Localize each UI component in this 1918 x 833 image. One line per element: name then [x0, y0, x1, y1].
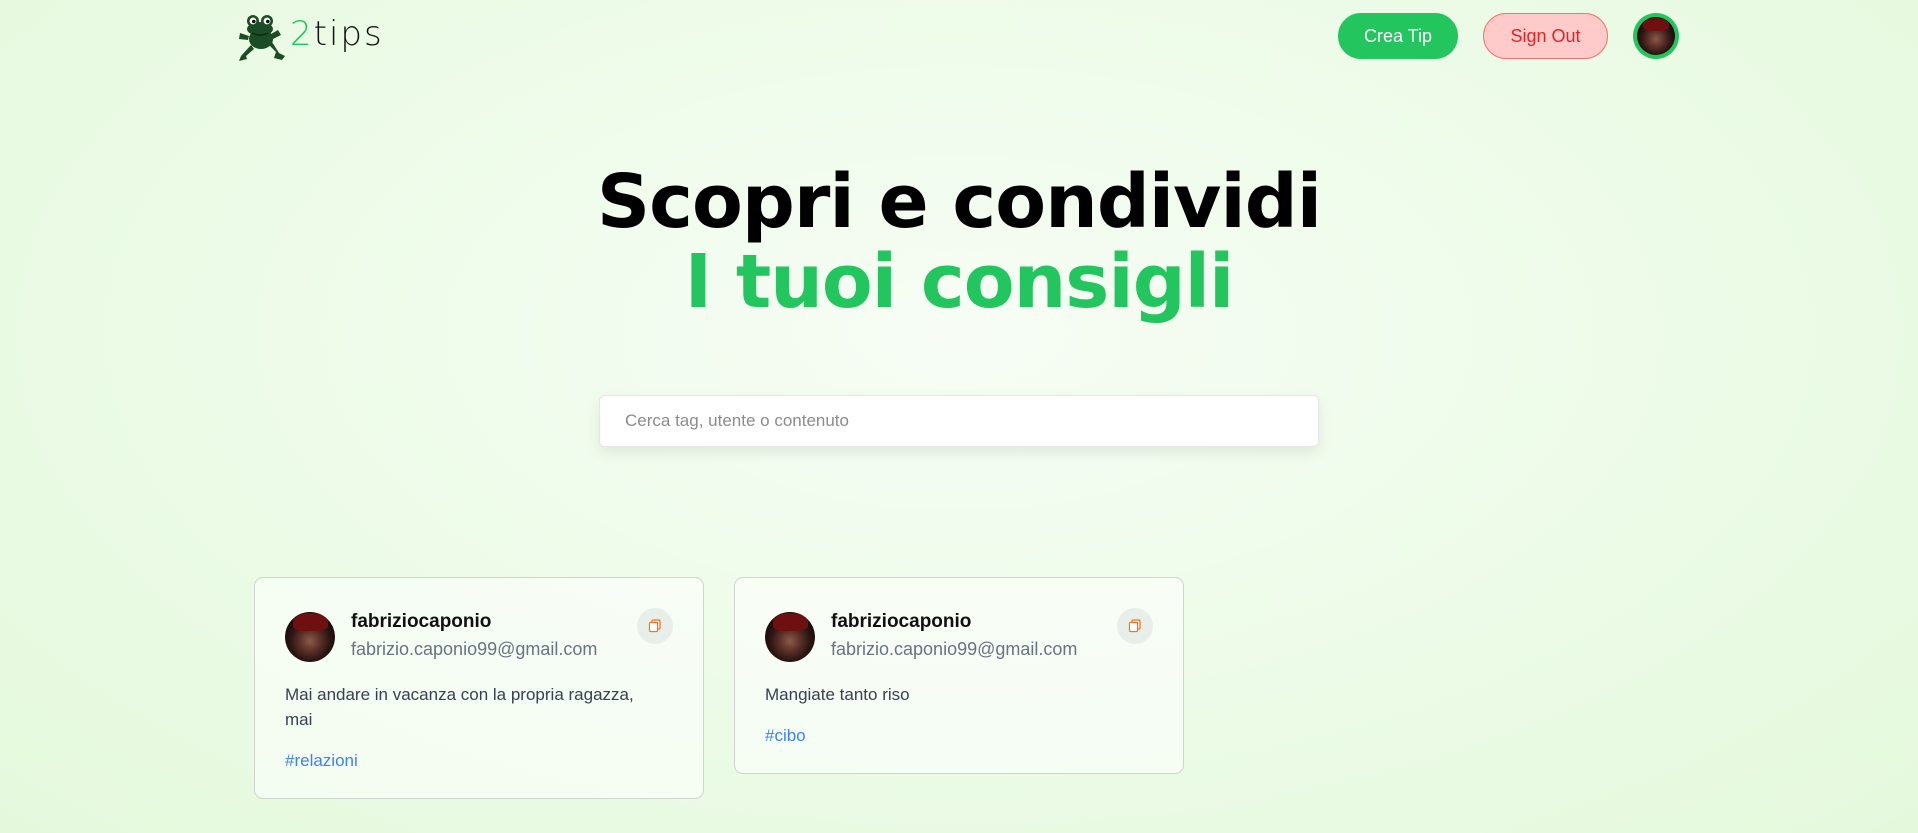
tip-text: Mangiate tanto riso [765, 685, 910, 704]
tip-text: Mai andare in vacanza con la propria rag… [285, 685, 634, 729]
profile-avatar-button[interactable] [1633, 13, 1679, 59]
tip-card: fabriziocaponio fabrizio.caponio99@gmail… [734, 577, 1184, 774]
copy-button[interactable] [637, 608, 673, 644]
hero-subtitle: I tuoi consigli [684, 239, 1235, 325]
tip-card-header: fabriziocaponio fabrizio.caponio99@gmail… [285, 610, 673, 662]
copy-button[interactable] [1117, 608, 1153, 644]
author-info[interactable]: fabriziocaponio fabrizio.caponio99@gmail… [831, 610, 1077, 662]
hero: Scopri e condividi I tuoi consigli [0, 160, 1918, 320]
search-input[interactable] [599, 395, 1319, 447]
author-email: fabrizio.caponio99@gmail.com [831, 639, 1078, 659]
author-email: fabrizio.caponio99@gmail.com [351, 639, 598, 659]
logo-text: 2tips [290, 14, 384, 54]
create-tip-button[interactable]: Crea Tip [1338, 13, 1458, 59]
sign-out-button[interactable]: Sign Out [1483, 13, 1608, 59]
navbar: 2tips Crea Tip Sign Out [0, 0, 1918, 72]
author-info[interactable]: fabriziocaponio fabrizio.caponio99@gmail… [351, 610, 597, 662]
copy-icon [1128, 619, 1141, 633]
author-username: fabriziocaponio [831, 611, 972, 632]
author-avatar[interactable] [765, 612, 815, 662]
hero-title: Scopri e condividi [596, 159, 1322, 245]
tip-tag[interactable]: #cibo [765, 725, 1153, 747]
author-username: fabriziocaponio [351, 611, 492, 632]
tip-tag[interactable]: #relazioni [285, 750, 673, 772]
tip-card-header: fabriziocaponio fabrizio.caponio99@gmail… [765, 610, 1153, 662]
tip-card: fabriziocaponio fabrizio.caponio99@gmail… [254, 577, 704, 799]
logo-link[interactable]: 2tips [238, 12, 384, 62]
frog-logo-icon [239, 15, 285, 61]
copy-icon [648, 619, 661, 633]
author-avatar[interactable] [285, 612, 335, 662]
user-avatar [1637, 17, 1675, 55]
